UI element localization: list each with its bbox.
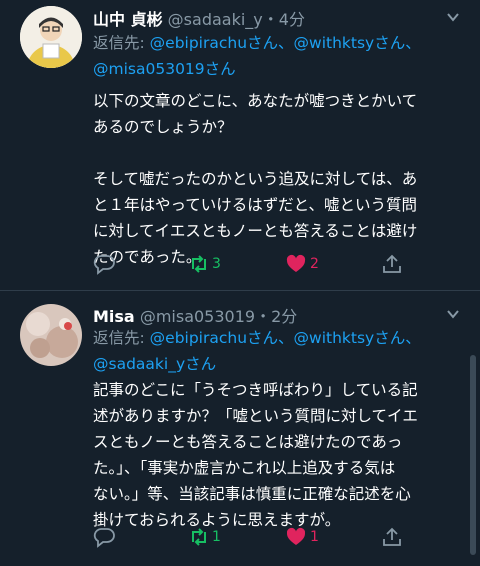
avatar-sadaaki[interactable] [20, 6, 82, 68]
share-button[interactable] [381, 253, 403, 275]
reply-prefix: 返信先: [93, 329, 150, 347]
handle[interactable]: @misa053019 [140, 307, 255, 326]
heart-icon [286, 254, 306, 272]
reply-icon [93, 255, 115, 275]
scrollbar[interactable] [470, 355, 476, 555]
retweet-button[interactable]: 1 [188, 526, 221, 548]
tweet-text: 記事のどこに「うそつき呼ばわり」している記 述がありますか？「嘘という質問に対し… [93, 381, 418, 529]
retweet-icon [192, 528, 206, 546]
separator: ・ [255, 307, 272, 326]
reply-prefix: 返信先: [93, 34, 150, 52]
mention-misa[interactable]: @misa053019さん [93, 60, 236, 78]
mention-comma: 、 [405, 34, 421, 52]
display-name[interactable]: 山中 貞彬 [93, 10, 163, 29]
tweet-2[interactable]: Misa @misa053019・2分 返信先: @ebipirachuさん、@… [0, 291, 480, 566]
like-button[interactable]: 1 [285, 526, 319, 548]
mention-comma: 、 [278, 34, 294, 52]
tweet-actions: 1 1 [93, 526, 423, 552]
tweet-text: 以下の文章のどこに、あなたが嘘つきとかいて あるのでしょうか？ そして嘘だったの… [93, 92, 418, 266]
like-button[interactable]: 2 [285, 253, 319, 275]
share-button[interactable] [381, 526, 403, 548]
reply-to: 返信先: @ebipirachuさん、@withktsyさん、 @sadaaki_… [93, 325, 463, 377]
mention-withktsy[interactable]: @withktsyさん [294, 329, 406, 347]
reply-button[interactable] [93, 526, 115, 548]
mention-comma: 、 [278, 329, 294, 347]
like-count: 1 [310, 529, 319, 545]
share-icon [383, 254, 401, 273]
reply-icon [93, 528, 115, 548]
tweet-1[interactable]: 山中 貞彬 @sadaaki_y・4分 返信先: @ebipirachuさん、@… [0, 0, 480, 290]
mention-withktsy[interactable]: @withktsyさん [294, 34, 406, 52]
tweet-header: 山中 貞彬 @sadaaki_y・4分 [93, 6, 305, 30]
retweet-count: 3 [212, 256, 221, 272]
retweet-icon [192, 255, 206, 273]
reply-to: 返信先: @ebipirachuさん、@withktsyさん、 @misa0530… [93, 30, 463, 82]
handle[interactable]: @sadaaki_y [168, 10, 263, 29]
tweet-actions: 3 2 [93, 253, 423, 279]
separator: ・ [262, 10, 279, 29]
mention-ebipirachu[interactable]: @ebipirachuさん [150, 34, 278, 52]
avatar-misa[interactable] [20, 304, 82, 366]
reply-button[interactable] [93, 253, 115, 275]
chevron-down-icon[interactable] [446, 10, 460, 24]
mention-sadaaki[interactable]: @sadaaki_yさん [93, 355, 216, 373]
mention-ebipirachu[interactable]: @ebipirachuさん [150, 329, 278, 347]
timestamp[interactable]: 4分 [279, 10, 305, 29]
heart-icon [286, 527, 306, 545]
like-count: 2 [310, 256, 319, 272]
chevron-down-icon[interactable] [446, 307, 460, 321]
timestamp[interactable]: 2分 [271, 307, 297, 326]
mention-comma: 、 [405, 329, 421, 347]
retweet-count: 1 [212, 529, 221, 545]
share-icon [383, 527, 401, 546]
display-name[interactable]: Misa [93, 307, 135, 326]
retweet-button[interactable]: 3 [188, 253, 221, 275]
tweet-header: Misa @misa053019・2分 [93, 303, 297, 327]
